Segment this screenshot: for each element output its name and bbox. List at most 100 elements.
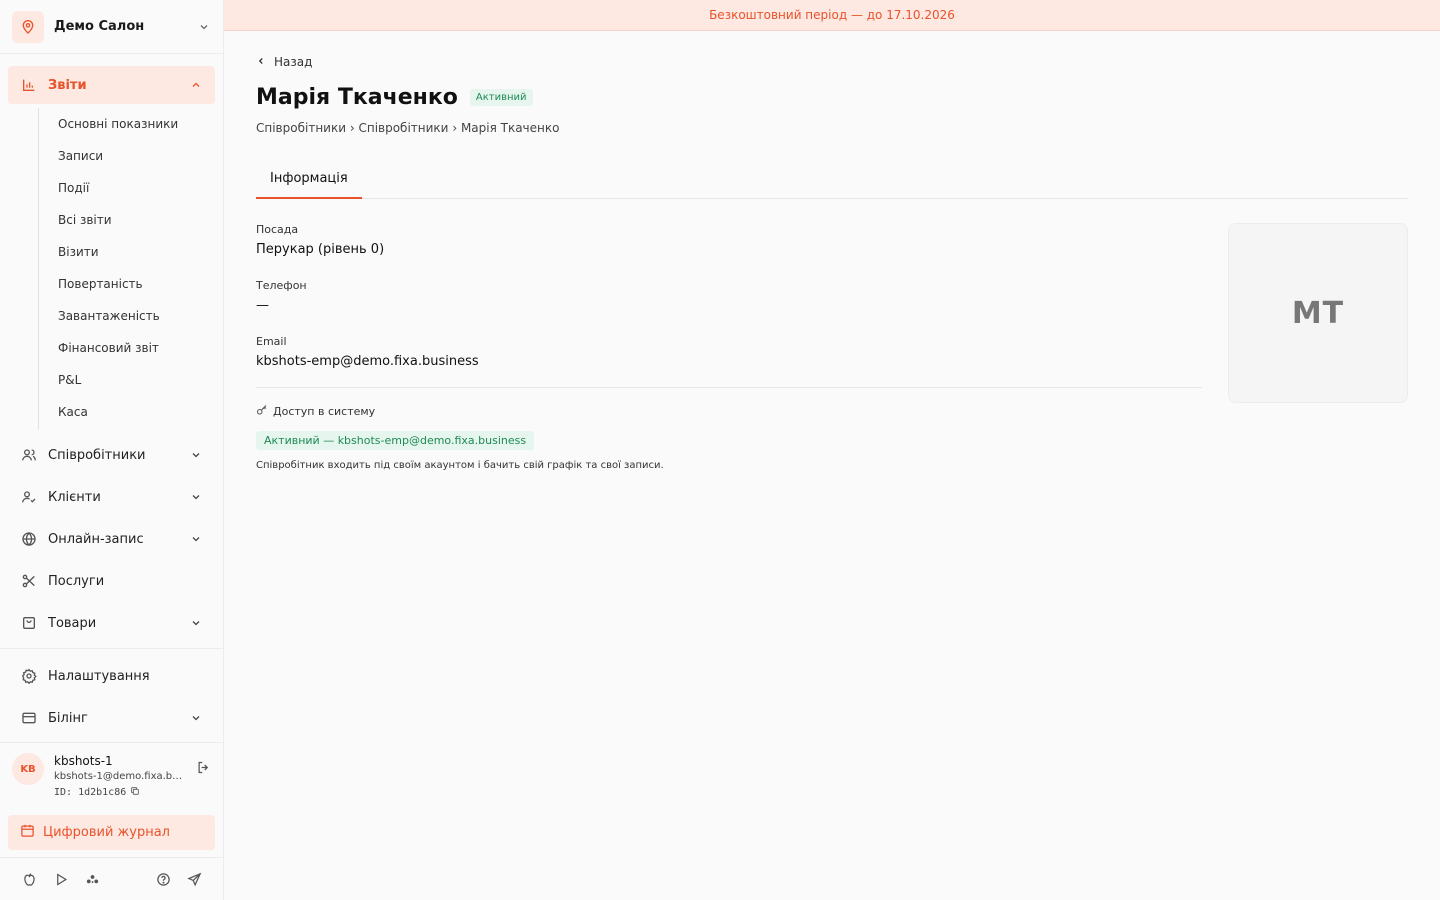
chevron-down-icon [189,711,203,725]
sidebar-nav: Звіти Основні показники Записи Події Всі… [0,54,223,642]
gear-icon [20,667,38,685]
apple-icon[interactable] [20,870,38,888]
sidebar-item-label: Товари [48,615,97,631]
sidebar-item-reports[interactable]: Звіти [8,66,215,104]
sidebar-item-goods[interactable]: Товари [8,604,215,642]
chevron-up-icon [189,78,203,92]
scissors-icon [20,572,38,590]
email-label: Email [256,335,287,348]
sub-item-financial[interactable]: Фінансовий звіт [39,332,223,364]
access-heading: Доступ в систему [256,404,1202,419]
sidebar-divider [0,742,223,743]
section-divider [256,387,1202,388]
sidebar-item-label: Налаштування [48,668,150,684]
user-info: kbshots-1 kbshots-1@demo.fixa.business I… [54,754,186,799]
sidebar-item-billing[interactable]: Білінг [8,699,215,737]
page-title: Марія Ткаченко [256,85,458,110]
sidebar-item-label: Співробітники [48,447,146,463]
sidebar-item-settings[interactable]: Налаштування [8,657,215,695]
employee-fields: Посада Перукар (рівень 0) Телефон — Emai… [256,223,1202,471]
avatar: KB [12,753,44,785]
chevron-down-icon [189,532,203,546]
sub-item-all-reports[interactable]: Всі звіти [39,204,223,236]
status-badge: Активний [469,89,533,106]
chevron-down-icon [189,490,203,504]
logout-icon[interactable] [196,760,211,779]
title-row: Марія Ткаченко Активний [256,85,1408,110]
back-button[interactable]: Назад [256,55,336,69]
breadcrumb-separator: › [452,121,461,135]
salon-switcher[interactable]: Демо Салон [0,0,223,54]
help-icon[interactable] [154,870,172,888]
sub-item-load[interactable]: Завантаженість [39,300,223,332]
sub-item-cash[interactable]: Каса [39,396,223,428]
user-id-value: ID: 1d2b1c86 [54,787,127,798]
email-value: kbshots-emp@demo.fixa.business [256,354,479,369]
app: Демо Салон Звіти Основні показники Запис… [0,0,1440,900]
access-status-badge: Активний — kbshots-emp@demo.fixa.busines… [256,431,535,450]
sidebar-item-label: Онлайн-запис [48,531,144,547]
info-section: Посада Перукар (рівень 0) Телефон — Emai… [256,223,1408,471]
play-store-icon[interactable] [52,870,70,888]
tab-info[interactable]: Інформація [256,159,362,199]
tabs: Інформація [256,159,1408,199]
sub-item-records[interactable]: Записи [39,140,223,172]
sub-item-visits[interactable]: Візити [39,236,223,268]
bar-chart-icon [20,76,38,94]
sub-item-pnl[interactable]: P&L [39,364,223,396]
employee-photo-placeholder[interactable]: МТ [1228,223,1408,403]
trial-banner: Безкоштовний період — до 17.10.2026 [224,0,1440,31]
breadcrumb-item-current: Марія Ткаченко [460,121,560,135]
copy-icon[interactable] [130,786,140,799]
position-label: Посада [256,223,299,236]
chevron-down-icon [197,20,211,34]
user-card: KB kbshots-1 kbshots-1@demo.fixa.busines… [0,744,223,810]
sidebar-item-label: Білінг [48,710,88,726]
breadcrumb-item[interactable]: Співробітники [256,121,346,135]
sidebar-item-online-booking[interactable]: Онлайн-запис [8,520,215,558]
users-icon [20,446,38,464]
sidebar-divider [0,648,223,649]
community-icon[interactable] [83,870,101,888]
breadcrumb-item[interactable]: Співробітники [358,121,448,135]
sidebar: Демо Салон Звіти Основні показники Запис… [0,0,224,900]
sub-item-main-metrics[interactable]: Основні показники [39,108,223,140]
sub-item-retention[interactable]: Повертаність [39,268,223,300]
salon-name: Демо Салон [54,19,145,34]
digital-journal-label: Цифровий журнал [43,825,170,840]
position-value: Перукар (рівень 0) [256,242,385,257]
send-icon[interactable] [185,870,203,888]
user-email: kbshots-1@demo.fixa.business [54,771,186,782]
user-name: kbshots-1 [54,754,113,768]
sidebar-item-label: Клієнти [48,489,101,505]
sidebar-footer-icons [0,866,223,892]
key-icon [256,404,268,419]
user-id: ID: 1d2b1c86 [54,786,186,799]
reports-subnav: Основні показники Записи Події Всі звіти… [38,108,223,430]
phone-value: — [256,298,269,313]
employee-page: Назад Марія Ткаченко Активний Співробітн… [224,55,1440,471]
calendar-icon [20,823,35,842]
sidebar-item-employees[interactable]: Співробітники [8,436,215,474]
chevron-left-icon [256,55,266,69]
breadcrumb: Співробітники › Співробітники › Марія Тк… [256,121,1408,135]
sidebar-item-label: Звіти [48,77,87,93]
access-heading-label: Доступ в систему [273,405,376,418]
credit-card-icon [20,709,38,727]
digital-journal-button[interactable]: Цифровий журнал [8,815,215,850]
user-check-icon [20,488,38,506]
sidebar-secondary-nav: Налаштування Білінг [0,657,223,741]
back-label: Назад [274,55,313,69]
main-content: Безкоштовний період — до 17.10.2026 Наза… [224,0,1440,900]
sidebar-item-clients[interactable]: Клієнти [8,478,215,516]
sub-item-events[interactable]: Події [39,172,223,204]
sidebar-item-services[interactable]: Послуги [8,562,215,600]
shopping-bag-icon [20,614,38,632]
photo-initials: МТ [1291,295,1345,331]
phone-label: Телефон [256,279,307,292]
access-note: Співробітник входить під своїм акаунтом … [256,460,664,471]
location-pin-icon [12,10,44,43]
sidebar-divider [0,857,223,858]
globe-icon [20,530,38,548]
chevron-down-icon [189,616,203,630]
